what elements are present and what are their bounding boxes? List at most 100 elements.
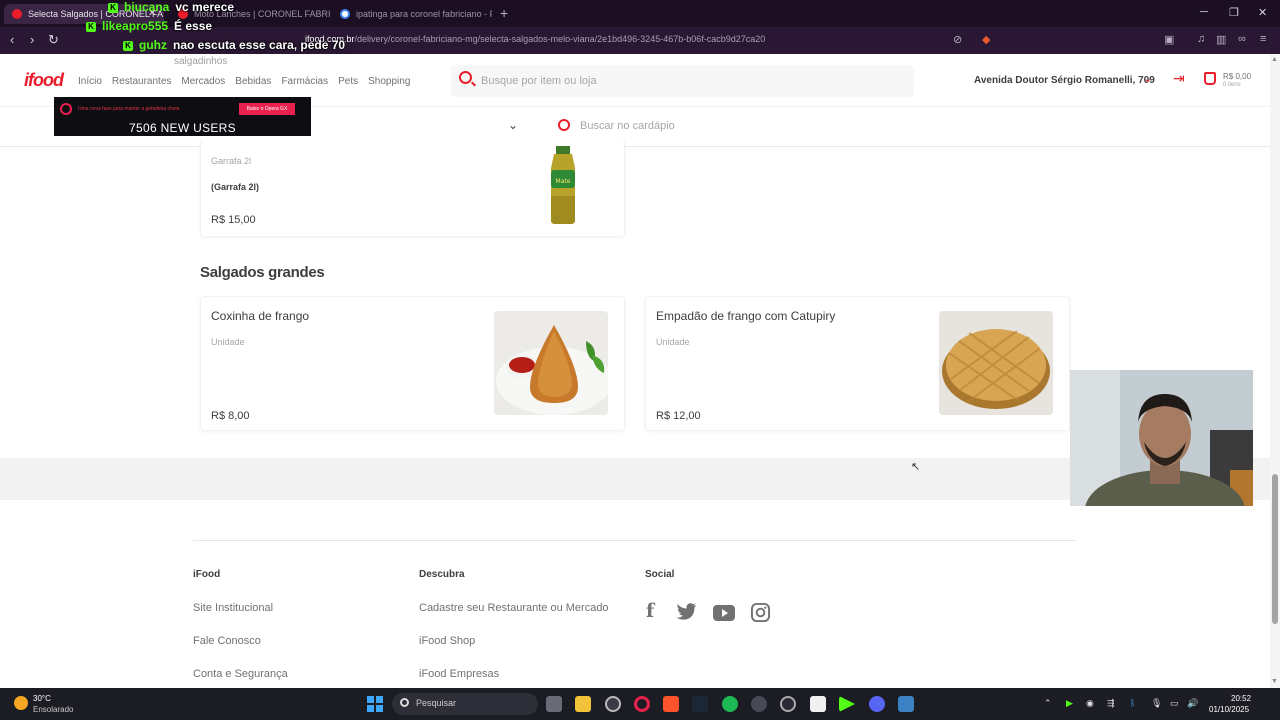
- chat-faded-text: salgadinhos: [174, 56, 228, 67]
- menu-icon[interactable]: ≡: [1260, 33, 1266, 45]
- music-icon[interactable]: ♫: [1197, 33, 1205, 45]
- menu-search-input[interactable]: Buscar no cardápio: [580, 120, 675, 132]
- vpn-icon[interactable]: ∞: [1238, 33, 1246, 45]
- footer-heading-ifood: iFood: [193, 569, 221, 580]
- windows-start-icon[interactable]: [367, 696, 383, 712]
- reload-icon[interactable]: ↻: [48, 32, 59, 48]
- ifood-favicon-icon: [12, 9, 22, 19]
- monitor-icon[interactable]: ▭: [1170, 698, 1179, 709]
- footer-link-fale-conosco[interactable]: Fale Conosco: [193, 635, 261, 647]
- weather-temperature[interactable]: 30°C: [33, 694, 51, 703]
- nav-bebidas[interactable]: Bebidas: [235, 76, 271, 87]
- nav-shopping[interactable]: Shopping: [368, 76, 410, 87]
- chevron-down-icon[interactable]: ⌄: [508, 118, 518, 132]
- shopping-bag-icon[interactable]: [1204, 72, 1216, 85]
- nav-farmacias[interactable]: Farmácias: [281, 76, 328, 87]
- youtube-icon[interactable]: [713, 605, 735, 621]
- close-window-icon[interactable]: ✕: [1258, 6, 1267, 19]
- facebook-icon[interactable]: f: [646, 600, 654, 622]
- twitter-icon[interactable]: [676, 603, 697, 621]
- store-search-input[interactable]: Busque por item ou loja: [451, 65, 914, 97]
- menu-item-card[interactable]: Coxinha de frango Unidade R$ 8,00: [200, 296, 625, 431]
- login-icon[interactable]: ⇥: [1173, 70, 1185, 87]
- scrollbar-thumb[interactable]: [1272, 474, 1278, 624]
- footer-link-ifood-empresas[interactable]: iFood Empresas: [419, 668, 499, 680]
- weather-description[interactable]: Ensolarado: [33, 705, 73, 714]
- scroll-down-icon[interactable]: ▼: [1271, 678, 1278, 685]
- sidebar-icon[interactable]: ▥: [1216, 33, 1226, 46]
- sun-icon[interactable]: [14, 696, 28, 710]
- footer-link-site-institucional[interactable]: Site Institucional: [193, 602, 273, 614]
- opera-gx-promo-overlay: Uma nova fase para manter a geladeira ch…: [54, 97, 311, 136]
- tray-expand-icon[interactable]: ⌃: [1044, 698, 1052, 709]
- new-tab-icon[interactable]: +: [500, 5, 508, 21]
- clock-time[interactable]: 20:52: [1231, 694, 1251, 703]
- footer-link-cadastre-restaurante[interactable]: Cadastre seu Restaurante ou Mercado: [419, 602, 609, 614]
- tab-google-search[interactable]: ipatinga para coronel fabriciano - Pe: [332, 4, 492, 24]
- scroll-up-icon[interactable]: ▲: [1271, 56, 1278, 63]
- minimize-icon[interactable]: ─: [1200, 6, 1208, 18]
- nav-pets[interactable]: Pets: [338, 76, 358, 87]
- spotify-icon[interactable]: [722, 696, 738, 712]
- promo-banner: Uma nova fase para manter a geladeira ch…: [60, 102, 305, 116]
- chat-text: É esse: [174, 19, 213, 33]
- item-unit: Unidade: [656, 337, 690, 347]
- menu-item-card-soda[interactable]: Garrafa 2l (Garrafa 2l) R$ 15,00 Mate: [200, 140, 625, 237]
- brave-shield-icon[interactable]: ◆: [982, 33, 990, 46]
- menu-item-card[interactable]: Empadão de frango com Catupiry Unidade R…: [645, 296, 1070, 431]
- bluetooth-icon[interactable]: ᛒ: [1130, 698, 1135, 708]
- footer-link-ifood-shop[interactable]: iFood Shop: [419, 635, 475, 647]
- tab-label: ipatinga para coronel fabriciano - Pe: [356, 9, 492, 19]
- document-icon[interactable]: [810, 696, 826, 712]
- footer-divider: [193, 540, 1076, 541]
- chat-username: likeapro555: [102, 19, 169, 33]
- taskbar-search-input[interactable]: Pesquisar: [392, 693, 538, 715]
- nav-mercados[interactable]: Mercados: [181, 76, 225, 87]
- chat-text: vc merece: [175, 0, 235, 14]
- coxinha-image: [494, 311, 608, 415]
- delivery-address[interactable]: Avenida Doutor Sérgio Romanelli, 709: [974, 75, 1155, 86]
- maximize-icon[interactable]: ❐: [1229, 6, 1239, 19]
- notepad-icon[interactable]: [898, 696, 914, 712]
- item-unit: Unidade: [211, 337, 245, 347]
- svg-text:Mate: Mate: [556, 178, 571, 185]
- page-scrollbar[interactable]: ▲ ▼: [1270, 54, 1280, 688]
- volume-icon[interactable]: 🔊: [1187, 698, 1198, 709]
- obs-icon[interactable]: [751, 696, 767, 712]
- forward-icon[interactable]: ›: [30, 32, 34, 47]
- obs-tray-icon[interactable]: ◉: [1086, 698, 1094, 709]
- microphone-icon[interactable]: 🎙: [1151, 698, 1162, 709]
- empadao-image: [939, 311, 1053, 415]
- cart-items-count: 0 itens: [1223, 82, 1241, 88]
- ifood-logo[interactable]: ifood: [24, 70, 64, 91]
- instagram-icon[interactable]: [751, 603, 770, 622]
- taskbar-search-placeholder: Pesquisar: [416, 698, 457, 708]
- search-icon: [558, 119, 570, 131]
- nav-restaurantes[interactable]: Restaurantes: [112, 76, 171, 87]
- file-explorer-icon[interactable]: [575, 696, 591, 712]
- cart-price[interactable]: R$ 0,00: [1223, 72, 1251, 81]
- url-field[interactable]: ifood.com.br/delivery/coronel-fabriciano…: [305, 34, 765, 44]
- nav-inicio[interactable]: Início: [78, 76, 102, 87]
- steam-icon[interactable]: [692, 696, 708, 712]
- screenshot-icon[interactable]: ▣: [1164, 33, 1174, 46]
- discord-icon[interactable]: [869, 696, 885, 712]
- chat-text: nao escuta esse cara, pede 70: [173, 38, 346, 52]
- tracking-off-icon[interactable]: ⊘: [953, 33, 962, 46]
- back-icon[interactable]: ‹: [10, 32, 14, 47]
- opera-gx-icon[interactable]: [634, 696, 650, 712]
- footer-link-conta-seguranca[interactable]: Conta e Segurança: [193, 668, 288, 680]
- network-share-icon[interactable]: ⇶: [1107, 698, 1115, 709]
- brave-browser-icon[interactable]: [663, 696, 679, 712]
- task-view-icon[interactable]: [546, 696, 562, 712]
- category-nav: Início Restaurantes Mercados Bebidas Far…: [78, 76, 410, 87]
- chevron-down-icon[interactable]: ⌄: [1143, 72, 1152, 85]
- chat-message: Kguhz nao escuta esse cara, pede 70: [123, 38, 345, 52]
- clock-date[interactable]: 01/10/2025: [1209, 705, 1249, 714]
- kick-tray-icon[interactable]: ▶: [1066, 698, 1073, 709]
- app-icon[interactable]: [780, 696, 796, 712]
- opera-logo-icon: [60, 103, 72, 115]
- windows-taskbar: 30°C Ensolarado Pesquisar ⌃ ▶ ◉ ⇶ ᛒ 🎙 ▭ …: [0, 688, 1280, 720]
- chatgpt-icon[interactable]: [605, 696, 621, 712]
- kick-icon[interactable]: [839, 696, 855, 712]
